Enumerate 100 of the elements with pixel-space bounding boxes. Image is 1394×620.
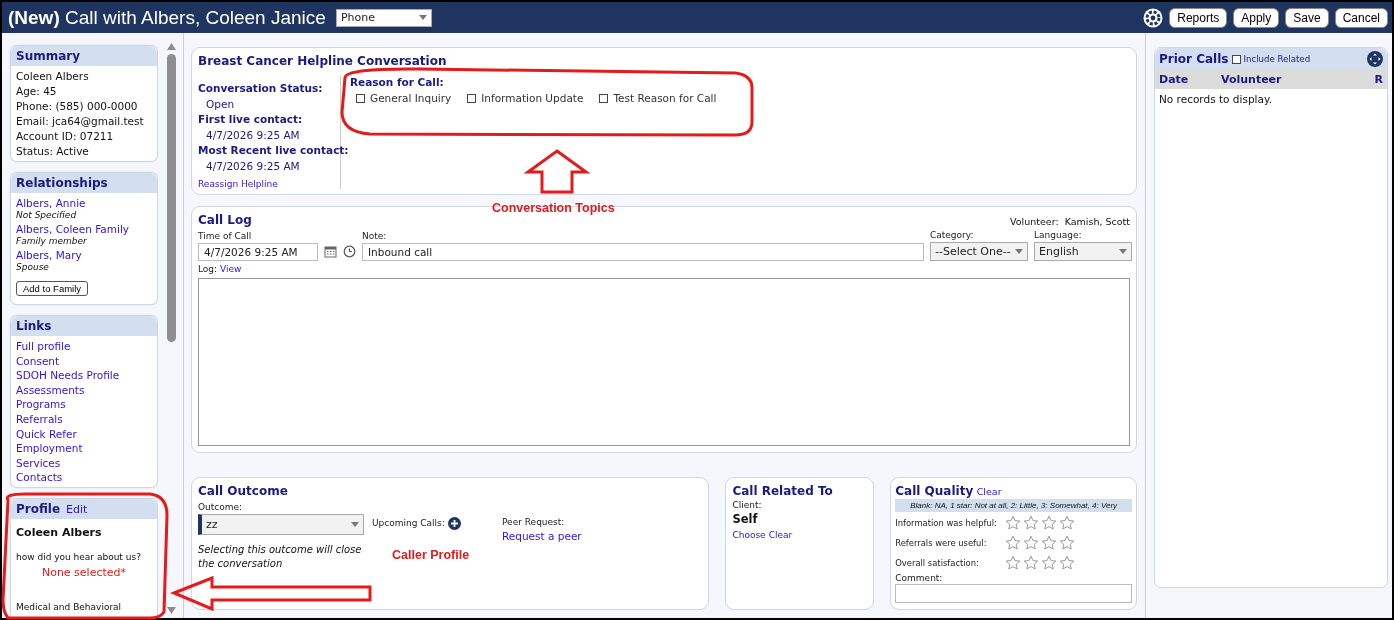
checkbox-label: General Inquiry <box>370 92 452 104</box>
annotation-arrow <box>523 149 591 194</box>
caret-icon <box>351 522 359 527</box>
answer-text: None selected* <box>40 566 128 580</box>
annotation-label: Conversation Topics <box>492 201 615 215</box>
question-text: how did you hear about us? <box>16 552 142 563</box>
category-dropdown[interactable]: --Select One-- <box>930 242 1028 261</box>
card-title: Breast Cancer Helpline Conversation <box>198 54 448 68</box>
relationship-link[interactable]: Albers, Annie <box>16 197 152 209</box>
clock-icon[interactable] <box>343 245 356 258</box>
window-title: (New) Call with Albers, Coleen Janice <box>8 6 326 29</box>
checkbox-label: Test Reason for Call <box>613 92 717 104</box>
checkbox-label: Include Related <box>1243 54 1311 64</box>
caret-icon <box>418 15 427 20</box>
reassign-link[interactable]: Reassign Helpline <box>198 179 340 189</box>
summary-text: Phone: (585) 000-0000 <box>16 100 139 112</box>
relationship-link[interactable]: Albers, Coleen Family <box>16 223 152 235</box>
header-button[interactable]: Reports <box>1169 7 1228 28</box>
scrollbar-thumb[interactable] <box>166 54 176 342</box>
sidebar-link[interactable]: Employment <box>16 442 152 455</box>
checkbox[interactable] <box>599 93 609 103</box>
client-link[interactable]: Choose <box>732 530 766 540</box>
star-rating[interactable] <box>1005 534 1076 551</box>
column-header[interactable]: Volunteer <box>1221 73 1375 86</box>
annotation-label: Caller Profile <box>392 548 470 562</box>
star-rating[interactable] <box>1005 514 1076 531</box>
rating-label: Information was helpful: <box>895 517 998 528</box>
add-icon[interactable] <box>447 516 461 530</box>
card-title: Call Related To <box>732 484 834 498</box>
sidebar-link[interactable]: Referrals <box>16 412 152 425</box>
settings-icon[interactable] <box>1143 7 1164 28</box>
field-label: Outcome: <box>198 502 244 512</box>
header-button[interactable]: Save <box>1285 7 1329 28</box>
card-title: Call Quality <box>895 484 974 498</box>
add-to-family-button[interactable]: Add to Family <box>16 281 89 296</box>
field-label: Client: <box>732 500 763 510</box>
card-header: Summary <box>11 46 157 66</box>
summary-text: Age: 45 <box>16 85 58 97</box>
star-rating[interactable] <box>1005 554 1076 571</box>
field-value: 4/7/2026 9:25 AM <box>205 160 301 172</box>
header-button[interactable]: Cancel <box>1334 7 1388 28</box>
clear-link[interactable]: Clear <box>976 486 1002 497</box>
rating-label: Overall satisfaction: <box>895 557 980 568</box>
client-link[interactable]: Clear <box>768 530 793 540</box>
summary-text: Status: Active <box>16 145 90 157</box>
sidebar-link[interactable]: Services <box>16 456 152 469</box>
legend-text: Blank: NA, 1 star: Not at all, 2: Little, 3: Somewhat, 4: Very <box>895 499 1132 512</box>
sidebar-link[interactable]: Consent <box>16 354 152 367</box>
field-label: Most Recent live contact: <box>198 144 349 157</box>
checkbox-label: Information Update <box>481 92 584 104</box>
client-value: Self <box>732 512 759 526</box>
card-title: Profile <box>16 502 61 517</box>
sidebar-link[interactable]: SDOH Needs Profile <box>16 369 152 382</box>
comment-field[interactable] <box>895 584 1132 603</box>
field-label: Conversation Status: <box>198 82 323 95</box>
summary-text: Email: jca64@gmail.test <box>16 115 145 127</box>
sidebar-link[interactable]: Full profile <box>16 340 152 352</box>
relation-text: Family member <box>16 236 88 246</box>
field-value: Open <box>205 98 236 110</box>
sidebar-link[interactable]: Assessments <box>16 383 152 396</box>
scroll-down-icon[interactable] <box>166 607 176 614</box>
outcome-dropdown[interactable]: zz <box>198 514 364 535</box>
column-header[interactable]: Date <box>1159 73 1221 86</box>
header-button[interactable]: Apply <box>1233 7 1280 28</box>
view-link[interactable]: View <box>220 264 242 274</box>
channel-dropdown[interactable]: Phone <box>335 8 432 27</box>
caret-icon <box>1119 249 1127 254</box>
warning-text: Selecting this outcome will close the conversation <box>198 543 363 571</box>
volunteer-text: Volunteer: Kamish, Scott <box>1010 216 1130 227</box>
sidebar-link[interactable]: Programs <box>16 398 152 411</box>
checkbox[interactable] <box>356 93 365 103</box>
edit-link[interactable]: Edit <box>66 503 88 517</box>
profile-name: Coleen Albers <box>16 526 103 540</box>
caret-icon <box>1015 249 1023 254</box>
relationship-link[interactable]: Albers, Mary <box>16 249 152 261</box>
expand-icon[interactable] <box>1367 51 1383 67</box>
field-value: 4/7/2026 9:25 AM <box>205 129 301 141</box>
section-text: Medical and Behavioral <box>16 602 123 613</box>
note-field[interactable]: Inbound call <box>362 243 924 261</box>
rating-label: Referrals were useful: <box>895 537 988 548</box>
summary-text: Coleen Albers <box>16 70 90 82</box>
column-header[interactable]: R <box>1374 73 1383 86</box>
field-label: Language: <box>1034 230 1083 240</box>
card-title: Prior Calls <box>1159 52 1229 66</box>
field-label: Peer Request: <box>502 517 566 527</box>
field-label: Note: <box>362 231 388 241</box>
calendar-icon[interactable] <box>324 245 337 258</box>
time-field[interactable]: 4/7/2026 9:25 AM <box>198 243 318 261</box>
field-label: Comment: <box>895 573 944 583</box>
language-dropdown[interactable]: English <box>1034 242 1132 261</box>
sidebar-link[interactable]: Contacts <box>16 471 152 484</box>
empty-text: No records to display. <box>1158 92 1273 107</box>
field-label: Upcoming Calls: <box>372 518 445 528</box>
checkbox[interactable] <box>1232 54 1242 64</box>
request-peer-link[interactable]: Request a peer <box>502 530 582 542</box>
card-title: Call Log <box>198 213 252 227</box>
checkbox[interactable] <box>467 93 477 103</box>
scroll-up-icon[interactable] <box>166 43 176 50</box>
sidebar-link[interactable]: Quick Refer <box>16 427 152 440</box>
card-title: Call Outcome <box>198 484 289 498</box>
